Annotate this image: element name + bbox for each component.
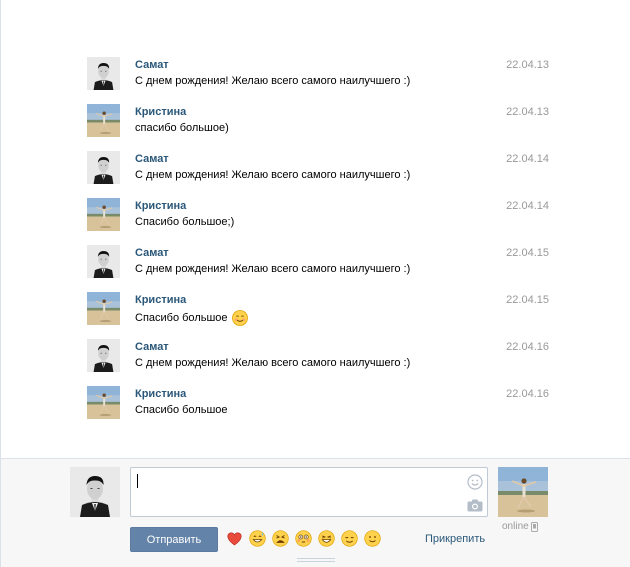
tired-smile-icon[interactable] [272, 530, 289, 547]
camera-icon[interactable] [467, 499, 483, 512]
message-row: Самат 22.04.15 С днем рождения! Желаю вс… [87, 245, 549, 281]
message-text: Спасибо большое [135, 310, 248, 326]
message-row: Кристина 22.04.16 Спасибо большое [87, 386, 549, 422]
flushed-smile-icon[interactable] [295, 530, 312, 547]
message-row: Самат 22.04.14 С днем рождения! Желаю вс… [87, 151, 549, 187]
avatar-samat[interactable] [87, 151, 120, 184]
message-date[interactable]: 22.04.15 [506, 247, 549, 259]
message-text: С днем рождения! Желаю всего самого наил… [135, 75, 411, 87]
message-author[interactable]: Кристина [135, 388, 186, 400]
message-history: Самат 22.04.13 С днем рождения! Желаю вс… [1, 0, 630, 458]
message-date[interactable]: 22.04.16 [506, 341, 549, 353]
my-avatar[interactable] [70, 467, 120, 517]
avatar-kristina[interactable] [87, 292, 120, 325]
message-date[interactable]: 22.04.14 [506, 200, 549, 212]
message-row: Самат 22.04.13 С днем рождения! Желаю вс… [87, 57, 549, 93]
text-caret [137, 474, 138, 488]
message-composer: online Отправить Прикрепить [1, 458, 630, 567]
mobile-icon [530, 521, 538, 532]
message-text: спасибо большое) [135, 122, 229, 134]
avatar-kristina[interactable] [87, 104, 120, 137]
avatar-samat[interactable] [87, 339, 120, 372]
message-text: Спасибо большое [135, 404, 228, 416]
resize-handle[interactable] [297, 558, 335, 564]
send-button[interactable]: Отправить [130, 527, 218, 552]
message-author[interactable]: Самат [135, 153, 169, 165]
message-author[interactable]: Кристина [135, 200, 186, 212]
message-input-box[interactable] [130, 467, 488, 517]
message-text: С днем рождения! Желаю всего самого наил… [135, 169, 411, 181]
heart-smile-icon[interactable] [226, 530, 243, 547]
avatar-samat[interactable] [87, 57, 120, 90]
message-author[interactable]: Самат [135, 247, 169, 259]
avatar-samat[interactable] [87, 245, 120, 278]
peer-avatar[interactable] [498, 467, 548, 517]
message-text: С днем рождения! Желаю всего самого наил… [135, 357, 411, 369]
relieved-smile-icon[interactable] [341, 530, 358, 547]
message-text: Спасибо большое;) [135, 216, 235, 228]
blush-smile-icon [231, 310, 248, 326]
message-date[interactable]: 22.04.14 [506, 153, 549, 165]
message-date[interactable]: 22.04.13 [506, 106, 549, 118]
message-author[interactable]: Самат [135, 59, 169, 71]
avatar-kristina[interactable] [87, 198, 120, 231]
message-author[interactable]: Кристина [135, 294, 186, 306]
attach-link[interactable]: Прикрепить [425, 533, 485, 545]
smile-picker-icon[interactable] [467, 474, 483, 490]
message-date[interactable]: 22.04.16 [506, 388, 549, 400]
message-author[interactable]: Самат [135, 341, 169, 353]
dialog-window: Самат 22.04.13 С днем рождения! Желаю вс… [0, 0, 630, 567]
message-row: Самат 22.04.16 С днем рождения! Желаю вс… [87, 339, 549, 375]
laughing-smile-icon[interactable] [318, 530, 335, 547]
online-status: online [502, 521, 538, 532]
message-date[interactable]: 22.04.13 [506, 59, 549, 71]
message-text: С днем рождения! Желаю всего самого наил… [135, 263, 411, 275]
message-date[interactable]: 22.04.15 [506, 294, 549, 306]
message-row: Кристина 22.04.15 Спасибо большое [87, 292, 549, 328]
message-row: Кристина 22.04.14 Спасибо большое;) [87, 198, 549, 234]
avatar-kristina[interactable] [87, 386, 120, 419]
slight-smile-icon[interactable] [364, 530, 381, 547]
message-row: Кристина 22.04.13 спасибо большое) [87, 104, 549, 140]
sweat-grin-smile-icon[interactable] [249, 530, 266, 547]
message-input[interactable] [131, 468, 487, 516]
quick-smiles-bar [226, 530, 381, 547]
message-author[interactable]: Кристина [135, 106, 186, 118]
